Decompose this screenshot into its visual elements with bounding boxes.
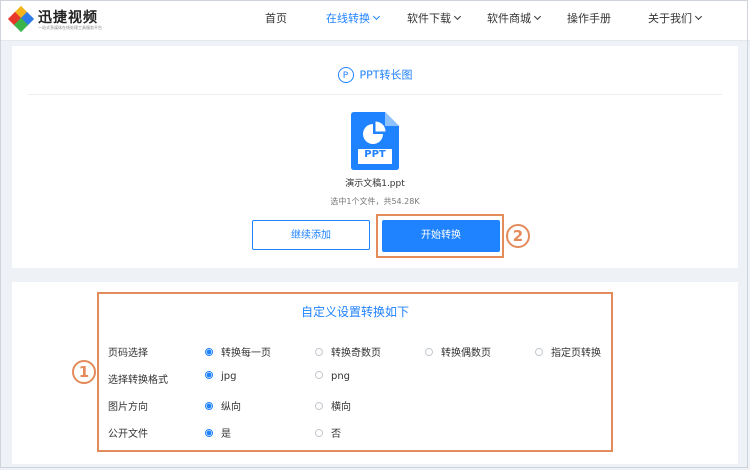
chevron-down-icon — [533, 12, 542, 21]
option-label: 转换偶数页 — [441, 348, 491, 359]
public-file-label: 公开文件 — [108, 429, 148, 440]
nav-manual[interactable]: 操作手册 — [567, 0, 611, 40]
step-1-badge: 1 — [72, 360, 96, 384]
option-png[interactable]: png — [315, 371, 350, 382]
option-odd-pages[interactable]: 转换奇数页 — [315, 344, 381, 359]
chevron-down-icon — [372, 12, 381, 21]
converter-panel: P PPT转长图 PPT 演示文稿1.ppt 选中1个文件，共54.28K 继续添… — [12, 46, 738, 268]
chevron-down-icon — [694, 12, 703, 21]
format-select-label: 选择转换格式 — [108, 375, 168, 386]
divider — [28, 94, 722, 95]
nav-manual-label: 操作手册 — [567, 12, 611, 25]
radio-icon[interactable] — [315, 348, 323, 356]
ppt-file-icon — [351, 112, 399, 170]
brand-logo-icon[interactable] — [7, 5, 35, 33]
nav-home[interactable]: 首页 — [265, 0, 287, 40]
radio-icon[interactable] — [315, 371, 323, 379]
option-label: 纵向 — [221, 402, 241, 413]
option-label: jpg — [221, 371, 237, 382]
option-public-yes[interactable]: 是 — [205, 425, 231, 440]
converter-heading: P PPT转长图 — [12, 64, 738, 84]
option-portrait[interactable]: 纵向 — [205, 398, 241, 413]
option-public-no[interactable]: 否 — [315, 425, 341, 440]
radio-selected-icon[interactable] — [205, 348, 213, 356]
option-jpg[interactable]: jpg — [205, 371, 236, 382]
step-2-badge: 2 — [506, 224, 530, 248]
radio-selected-icon[interactable] — [205, 402, 213, 410]
ppt-file-badge: PPT — [364, 149, 386, 160]
option-label: png — [331, 371, 351, 382]
option-label: 是 — [221, 429, 231, 440]
nav-about-us-label: 关于我们 — [648, 12, 692, 25]
nav-about-us[interactable]: 关于我们 — [648, 0, 703, 40]
nav-online-convert[interactable]: 在线转换 — [326, 0, 381, 40]
radio-icon[interactable] — [315, 429, 323, 437]
file-info: 选中1个文件，共54.28K — [330, 197, 420, 206]
option-label: 转换奇数页 — [331, 348, 381, 359]
option-label: 指定页转换 — [551, 348, 601, 359]
ppt-circle-icon: P — [337, 66, 354, 83]
converter-title: PPT转长图 — [359, 68, 413, 82]
option-even-pages[interactable]: 转换偶数页 — [425, 344, 491, 359]
nav-home-label: 首页 — [265, 12, 287, 25]
orientation-label: 图片方向 — [108, 402, 148, 413]
nav-online-convert-label: 在线转换 — [326, 12, 370, 25]
option-every-page[interactable]: 转换每一页 — [205, 344, 271, 359]
brand-tagline: 一站式多媒体在线处理工具服务平台 — [38, 25, 102, 30]
option-label: 横向 — [331, 402, 351, 413]
option-specific-pages[interactable]: 指定页转换 — [535, 344, 601, 359]
brand-name[interactable]: 迅捷视频 — [38, 7, 98, 27]
nav-software-store-label: 软件商城 — [487, 12, 531, 25]
settings-title: 自定义设置转换如下 — [300, 305, 409, 319]
radio-icon[interactable] — [315, 402, 323, 410]
page-select-label: 页码选择 — [108, 348, 148, 359]
start-button-highlight — [376, 214, 504, 258]
radio-selected-icon[interactable] — [205, 371, 213, 379]
nav-software-download[interactable]: 软件下载 — [407, 0, 462, 40]
file-name: 演示文稿1.ppt — [345, 179, 405, 189]
nav-software-download-label: 软件下载 — [407, 12, 451, 25]
radio-icon[interactable] — [425, 348, 433, 356]
radio-icon[interactable] — [535, 348, 543, 356]
option-label: 否 — [331, 429, 341, 440]
radio-selected-icon[interactable] — [205, 429, 213, 437]
nav-software-store[interactable]: 软件商城 — [487, 0, 542, 40]
option-label: 转换每一页 — [221, 348, 271, 359]
add-more-button[interactable]: 继续添加 — [252, 220, 370, 250]
top-nav-bar: 迅捷视频 一站式多媒体在线处理工具服务平台 首页 在线转换 软件下载 软件商城 … — [0, 0, 750, 41]
chevron-down-icon — [453, 12, 462, 21]
option-landscape[interactable]: 横向 — [315, 398, 351, 413]
